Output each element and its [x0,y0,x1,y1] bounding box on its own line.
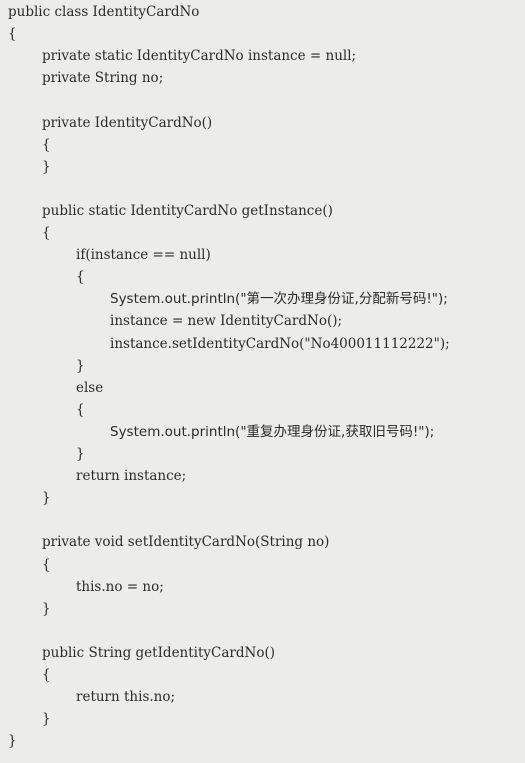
code-line: { [42,225,51,241]
code-line: } [8,733,17,750]
code-line: private void setIdentityCardNo(String no… [42,534,330,551]
code-line: this.no = no; [76,578,164,595]
code-line: private IdentityCardNo() [42,114,213,131]
code-line: } [76,357,85,374]
code-line: public class IdentityCardNo [8,4,200,20]
code-line: } [42,490,51,507]
code-line: { [42,556,51,573]
code-line: System.out.println("第一次办理身份证,分配新号码!"); [110,291,448,308]
code-line: } [42,711,51,728]
code-line: System.out.println("重复办理身份证,获取旧号码!"); [110,423,435,440]
code-line: return this.no; [76,689,176,706]
code-line: { [76,269,85,286]
code-line: { [76,401,85,418]
code-line: return instance; [76,468,187,485]
code-line: private static IdentityCardNo instance =… [42,48,357,65]
code-line: private String no; [42,70,164,87]
code-line: public static IdentityCardNo getInstance… [42,202,333,219]
code-line: } [42,600,51,617]
code-line: { [42,136,51,153]
code-line: } [42,158,51,175]
code-line: { [8,26,17,43]
code-line: else [76,379,104,396]
code-line: instance.setIdentityCardNo("No4000111122… [110,335,450,352]
code-line: instance = new IdentityCardNo(); [110,313,343,330]
code-line: { [42,667,51,683]
code-line: public String getIdentityCardNo() [42,644,275,661]
code-line: } [76,446,85,462]
code-listing: public class IdentityCardNo { private stat… [0,0,525,763]
code-line: if(instance == null) [76,247,211,264]
